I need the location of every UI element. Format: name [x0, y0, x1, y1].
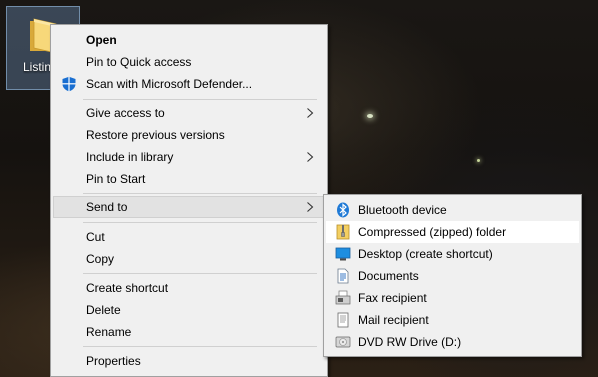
menu-item-pin-quick-access[interactable]: Pin to Quick access — [53, 51, 325, 73]
submenu-item-bluetooth[interactable]: Bluetooth device — [326, 199, 579, 221]
menu-item-send-to[interactable]: Send to — [53, 196, 325, 218]
menu-item-label: Include in library — [86, 150, 174, 164]
menu-separator — [83, 346, 317, 347]
context-menu: Open Pin to Quick access Scan with Micro… — [50, 24, 328, 377]
mail-icon — [337, 312, 349, 328]
chevron-right-icon — [307, 202, 314, 212]
menu-item-copy[interactable]: Copy — [53, 248, 325, 270]
submenu-item-desktop-shortcut[interactable]: Desktop (create shortcut) — [326, 243, 579, 265]
send-to-submenu: Bluetooth device Compressed (zipped) fol… — [323, 194, 582, 357]
menu-item-scan-defender[interactable]: Scan with Microsoft Defender... — [53, 73, 325, 95]
menu-item-give-access[interactable]: Give access to — [53, 102, 325, 124]
submenu-item-documents[interactable]: Documents — [326, 265, 579, 287]
menu-item-restore-versions[interactable]: Restore previous versions — [53, 124, 325, 146]
menu-item-cut[interactable]: Cut — [53, 226, 325, 248]
menu-item-label: Give access to — [86, 106, 165, 120]
submenu-item-label: Compressed (zipped) folder — [358, 225, 507, 239]
submenu-item-label: Bluetooth device — [358, 203, 447, 217]
submenu-item-label: Desktop (create shortcut) — [358, 247, 493, 261]
menu-item-include-library[interactable]: Include in library — [53, 146, 325, 168]
background-light — [367, 114, 373, 118]
submenu-item-label: Mail recipient — [358, 313, 429, 327]
menu-item-rename[interactable]: Rename — [53, 321, 325, 343]
submenu-item-compressed-folder[interactable]: Compressed (zipped) folder — [326, 221, 579, 243]
menu-item-label: Delete — [86, 303, 121, 317]
submenu-item-label: DVD RW Drive (D:) — [358, 335, 462, 349]
menu-separator — [83, 99, 317, 100]
menu-item-label: Restore previous versions — [86, 128, 225, 142]
defender-shield-icon — [62, 76, 76, 92]
menu-item-label: Pin to Quick access — [86, 55, 192, 69]
submenu-item-fax[interactable]: Fax recipient — [326, 287, 579, 309]
menu-item-delete[interactable]: Delete — [53, 299, 325, 321]
menu-item-properties[interactable]: Properties — [53, 350, 325, 372]
submenu-item-label: Documents — [358, 269, 419, 283]
menu-separator — [83, 193, 317, 194]
fax-icon — [335, 290, 351, 305]
menu-item-label: Create shortcut — [86, 281, 169, 295]
zip-folder-icon — [336, 224, 350, 240]
background-light — [477, 159, 480, 162]
menu-separator — [83, 273, 317, 274]
menu-item-label: Scan with Microsoft Defender... — [86, 77, 253, 91]
menu-item-create-shortcut[interactable]: Create shortcut — [53, 277, 325, 299]
menu-separator — [83, 222, 317, 223]
menu-item-label: Open — [86, 33, 117, 47]
menu-item-label: Cut — [86, 230, 105, 244]
bluetooth-icon — [337, 202, 349, 218]
menu-item-label: Rename — [86, 325, 132, 339]
menu-item-label: Pin to Start — [86, 172, 146, 186]
menu-item-label: Send to — [86, 200, 128, 214]
menu-item-label: Properties — [86, 354, 141, 368]
submenu-item-dvd-drive[interactable]: DVD RW Drive (D:) — [326, 331, 579, 353]
menu-item-label: Copy — [86, 252, 115, 266]
submenu-item-label: Fax recipient — [358, 291, 427, 305]
menu-item-open[interactable]: Open — [53, 29, 325, 51]
menu-item-pin-start[interactable]: Pin to Start — [53, 168, 325, 190]
submenu-item-mail[interactable]: Mail recipient — [326, 309, 579, 331]
chevron-right-icon — [307, 108, 314, 118]
documents-icon — [337, 268, 349, 284]
chevron-right-icon — [307, 152, 314, 162]
dvd-drive-icon — [335, 336, 351, 348]
desktop-icon — [335, 247, 351, 261]
